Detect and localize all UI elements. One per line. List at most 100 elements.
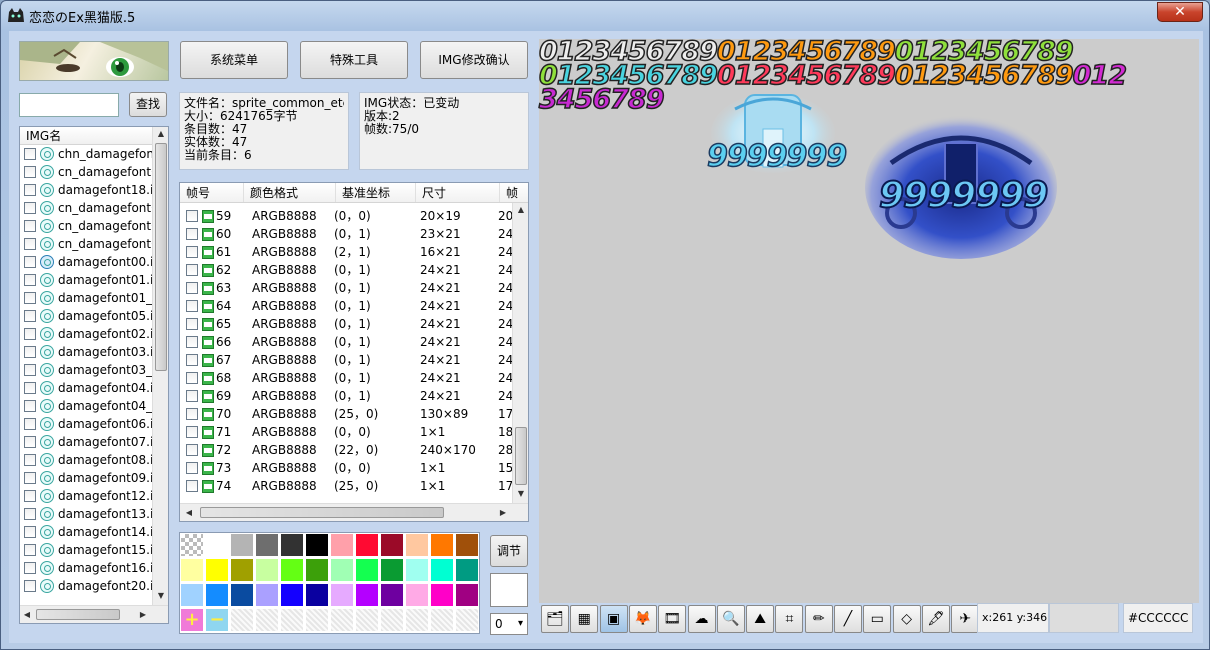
frame-checkbox[interactable] <box>186 318 198 330</box>
pencil-icon[interactable]: ✏ <box>804 605 833 633</box>
frame-table-vertical-scrollbar[interactable]: ▲ ▼ <box>512 203 528 503</box>
img-list-item[interactable]: damagefont04.in <box>20 379 168 397</box>
empty-swatch[interactable] <box>455 608 479 632</box>
img-checkbox[interactable] <box>24 400 36 412</box>
img-checkbox[interactable] <box>24 148 36 160</box>
frame-table-row[interactable]: 70 ARGB8888 (25，0) 130×89 17 <box>180 405 528 423</box>
palette-swatch[interactable] <box>180 583 204 607</box>
frame-scroll-right-arrow-icon[interactable]: ▶ <box>498 508 508 517</box>
eyedropper-icon[interactable]: 🖋 <box>921 605 950 633</box>
frame-table-row[interactable]: 69 ARGB8888 (0，1) 24×21 24 <box>180 387 528 405</box>
frame-table-row[interactable]: 66 ARGB8888 (0，1) 24×21 24 <box>180 333 528 351</box>
palette-swatch[interactable] <box>205 533 229 557</box>
scroll-down-arrow-icon[interactable]: ▼ <box>153 591 168 600</box>
frame-checkbox[interactable] <box>186 372 198 384</box>
img-list-scroll-thumb[interactable] <box>155 143 167 371</box>
img-list-item[interactable]: damagefont14.in <box>20 523 168 541</box>
title-bar[interactable]: 恋恋のEx黑猫版.5 ✕ <box>1 1 1209 31</box>
plane-icon[interactable]: ✈ <box>951 605 980 633</box>
img-list-item[interactable]: damagefont01_b <box>20 289 168 307</box>
empty-swatch[interactable] <box>280 608 304 632</box>
frame-table-row[interactable]: 65 ARGB8888 (0，1) 24×21 24 <box>180 315 528 333</box>
img-list-item[interactable]: damagefont02.in <box>20 325 168 343</box>
crop-icon[interactable]: ⌗ <box>775 605 804 633</box>
transparent-swatch[interactable] <box>180 533 204 557</box>
remove-color-icon[interactable]: − <box>205 608 229 632</box>
palette-swatch[interactable] <box>405 533 429 557</box>
palette-swatch[interactable] <box>330 558 354 582</box>
img-checkbox[interactable] <box>24 436 36 448</box>
frame-checkbox[interactable] <box>186 408 198 420</box>
frame-checkbox[interactable] <box>186 444 198 456</box>
img-checkbox[interactable] <box>24 220 36 232</box>
palette-swatch[interactable] <box>280 558 304 582</box>
img-list-item[interactable]: damagefont08.in <box>20 451 168 469</box>
img-list-item[interactable]: damagefont13.in <box>20 505 168 523</box>
frame-checkbox[interactable] <box>186 336 198 348</box>
search-button[interactable]: 查找 <box>129 92 167 117</box>
frame-checkbox[interactable] <box>186 426 198 438</box>
frame-table-row[interactable]: 64 ARGB8888 (0，1) 24×21 24 <box>180 297 528 315</box>
palette-swatch[interactable] <box>205 583 229 607</box>
img-list-item[interactable]: damagefont06.in <box>20 415 168 433</box>
palette-swatch[interactable] <box>230 558 254 582</box>
palette-swatch[interactable] <box>255 558 279 582</box>
palette-swatch[interactable] <box>355 533 379 557</box>
palette-swatch[interactable] <box>355 583 379 607</box>
frame-checkbox[interactable] <box>186 264 198 276</box>
palette-swatch[interactable] <box>380 583 404 607</box>
empty-swatch[interactable] <box>255 608 279 632</box>
img-checkbox[interactable] <box>24 544 36 556</box>
empty-swatch[interactable] <box>355 608 379 632</box>
palette-swatch[interactable] <box>305 558 329 582</box>
rectangle-icon[interactable]: ▭ <box>863 605 892 633</box>
img-confirm-button[interactable]: IMG修改确认 <box>420 41 528 79</box>
img-checkbox[interactable] <box>24 580 36 592</box>
img-list-item[interactable]: damagefont03.in <box>20 343 168 361</box>
close-button[interactable]: ✕ <box>1157 2 1203 22</box>
img-checkbox[interactable] <box>24 472 36 484</box>
frame-table-horizontal-scrollbar[interactable]: ◀ ▶ <box>180 503 528 521</box>
scroll-left-arrow-icon[interactable]: ◀ <box>22 610 32 619</box>
palette-swatch[interactable] <box>455 533 479 557</box>
col-frame-no[interactable]: 帧号 <box>180 183 244 202</box>
img-list-item[interactable]: chn_damagefont <box>20 145 168 163</box>
frame-table-row[interactable]: 60 ARGB8888 (0，1) 23×21 24 <box>180 225 528 243</box>
search-input[interactable] <box>19 93 119 117</box>
palette-swatch[interactable] <box>430 583 454 607</box>
system-menu-button[interactable]: 系统菜单 <box>180 41 288 79</box>
frame-checkbox[interactable] <box>186 480 198 492</box>
palette-swatch[interactable] <box>430 533 454 557</box>
frame-table[interactable]: 帧号 颜色格式 基准坐标 尺寸 帧 59 ARGB8888 (0，0) 20×19 20… <box>179 182 529 522</box>
frame-scroll-left-arrow-icon[interactable]: ◀ <box>184 508 194 517</box>
palette-swatch[interactable] <box>255 533 279 557</box>
frame-checkbox[interactable] <box>186 210 198 222</box>
col-frame-extra[interactable]: 帧 <box>500 183 520 202</box>
frame-table-row[interactable]: 71 ARGB8888 (0，0) 1×1 18 <box>180 423 528 441</box>
img-list-item[interactable]: damagefont16.in <box>20 559 168 577</box>
img-list-item[interactable]: damagefont15.in <box>20 541 168 559</box>
img-checkbox[interactable] <box>24 238 36 250</box>
img-list-item[interactable]: damagefont07.in <box>20 433 168 451</box>
fox-icon[interactable]: 🦊 <box>628 605 657 633</box>
img-checkbox[interactable] <box>24 508 36 520</box>
col-color-format[interactable]: 颜色格式 <box>244 183 336 202</box>
palette-swatch[interactable] <box>230 583 254 607</box>
frame-table-row[interactable]: 59 ARGB8888 (0，0) 20×19 20 <box>180 207 528 225</box>
zoom-icon[interactable]: 🔍 <box>716 605 745 633</box>
palette-swatch[interactable] <box>205 558 229 582</box>
palette-swatch[interactable] <box>330 533 354 557</box>
col-size[interactable]: 尺寸 <box>416 183 500 202</box>
img-checkbox[interactable] <box>24 256 36 268</box>
img-list-item[interactable]: damagefont20.in <box>20 577 168 595</box>
landscape-icon[interactable]: ⛰ <box>746 605 775 633</box>
img-checkbox[interactable] <box>24 490 36 502</box>
image-canvas[interactable]: 012345678901234567890123456789 0123456789… <box>538 37 1199 603</box>
img-list-header[interactable]: IMG名 <box>20 127 168 145</box>
color-grid-icon[interactable]: ▦ <box>570 605 599 633</box>
img-checkbox[interactable] <box>24 328 36 340</box>
palette-swatch[interactable] <box>305 533 329 557</box>
cloud-icon[interactable]: ☁ <box>687 605 716 633</box>
img-list-vertical-scrollbar[interactable]: ▲ ▼ <box>152 127 168 605</box>
palette-swatch[interactable] <box>330 583 354 607</box>
